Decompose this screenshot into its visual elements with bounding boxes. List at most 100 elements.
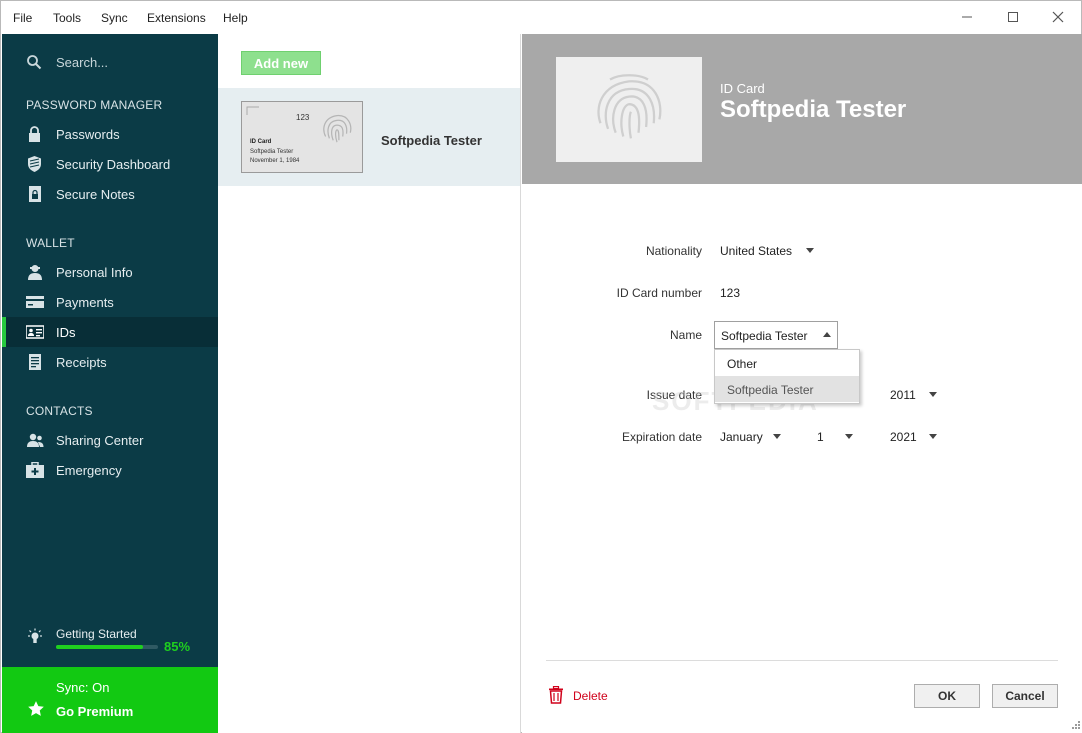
sidebar-item-label: Personal Info [56, 265, 133, 280]
fingerprint-icon [323, 114, 352, 143]
chevron-down-icon[interactable] [929, 392, 937, 397]
people-icon [27, 433, 44, 447]
footer-divider [546, 660, 1058, 661]
sidebar-item-ids[interactable]: IDs [2, 317, 218, 347]
maximize-button[interactable] [993, 5, 1033, 29]
id-number-row: ID Card number 123 [522, 281, 1082, 305]
sidebar-item-emergency[interactable]: Emergency [2, 455, 218, 485]
name-option-other[interactable]: Other [715, 350, 859, 376]
menu-sync[interactable]: Sync [101, 11, 128, 25]
sync-status: Sync: On [56, 680, 110, 695]
getting-started-percent: 85% [164, 639, 191, 654]
menu-tools[interactable]: Tools [53, 11, 81, 25]
sidebar-item-passwords[interactable]: Passwords [2, 119, 218, 149]
star-icon [28, 701, 44, 716]
menu-extensions[interactable]: Extensions [147, 11, 206, 25]
list-item-name: Softpedia Tester [381, 133, 482, 148]
minimize-icon [962, 16, 972, 18]
shield-icon [28, 156, 41, 172]
premium-panel[interactable]: Sync: On Go Premium [2, 667, 218, 733]
sidebar-item-label: IDs [56, 325, 76, 340]
sidebar: Search... PASSWORD MANAGER Passwords Sec… [2, 34, 218, 733]
name-select[interactable]: Softpedia Tester [714, 321, 838, 349]
lock-icon [29, 126, 40, 142]
trash-icon [549, 685, 563, 704]
thumbnail-card-type: ID Card [250, 139, 272, 145]
chevron-down-icon[interactable] [845, 434, 853, 439]
items-list-panel: Add new 123 ID Card Softpedia Tester Nov… [218, 34, 521, 733]
id-card-image [556, 57, 702, 162]
getting-started[interactable]: Getting Started 85% [2, 622, 218, 662]
id-number-label: ID Card number [616, 286, 702, 300]
receipt-icon [29, 354, 41, 370]
sidebar-item-label: Emergency [56, 463, 122, 478]
cancel-button[interactable]: Cancel [992, 684, 1058, 708]
person-icon [28, 265, 42, 280]
nationality-label: Nationality [645, 244, 702, 258]
expiration-date-label: Expiration date [621, 430, 702, 444]
getting-started-label: Getting Started [56, 627, 137, 641]
credit-card-icon [26, 296, 44, 308]
add-new-button[interactable]: Add new [241, 51, 321, 75]
chevron-down-icon[interactable] [929, 434, 937, 439]
sidebar-item-payments[interactable]: Payments [2, 287, 218, 317]
first-aid-icon [26, 462, 44, 478]
lightbulb-icon [28, 628, 42, 643]
search-icon [27, 55, 42, 70]
sidebar-item-label: Receipts [56, 355, 107, 370]
sidebar-item-label: Payments [56, 295, 114, 310]
maximize-icon [1008, 12, 1018, 22]
detail-item-type: ID Card [720, 81, 765, 96]
sidebar-item-personal-info[interactable]: Personal Info [2, 257, 218, 287]
search-box[interactable]: Search... [2, 48, 218, 76]
name-label: Name [669, 328, 702, 342]
close-button[interactable] [1038, 5, 1078, 29]
resize-grip-icon[interactable] [1070, 721, 1080, 731]
list-item[interactable]: 123 ID Card Softpedia Tester November 1,… [218, 88, 520, 186]
expiration-date-row: Expiration date January 1 2021 [522, 425, 1082, 449]
sidebar-item-secure-notes[interactable]: Secure Notes [2, 179, 218, 209]
detail-header: ID Card Softpedia Tester [522, 34, 1082, 184]
sidebar-item-label: Security Dashboard [56, 157, 171, 172]
id-card-thumbnail: 123 ID Card Softpedia Tester November 1,… [241, 101, 363, 173]
menu-help[interactable]: Help [223, 11, 248, 25]
sidebar-item-label: Sharing Center [56, 433, 144, 448]
sidebar-item-receipts[interactable]: Receipts [2, 347, 218, 377]
go-premium-button[interactable]: Go Premium [56, 704, 133, 719]
app-window: File Tools Sync Extensions Help Search..… [0, 0, 1082, 733]
detail-panel: ID Card Softpedia Tester Nationality Uni… [522, 34, 1082, 733]
menu-file[interactable]: File [13, 11, 32, 25]
sidebar-item-label: Secure Notes [56, 187, 135, 202]
issue-year-select[interactable]: 2011 [890, 388, 916, 402]
nationality-select[interactable]: United States [720, 244, 792, 258]
chevron-down-icon[interactable] [773, 434, 781, 439]
getting-started-progress-fill [56, 645, 143, 649]
close-icon [1052, 11, 1064, 23]
ok-button[interactable]: OK [914, 684, 980, 708]
minimize-button[interactable] [947, 5, 987, 29]
section-contacts: CONTACTS [26, 404, 93, 418]
id-number-field[interactable]: 123 [720, 286, 740, 300]
getting-started-progress-bar [56, 645, 158, 649]
sidebar-item-label: Passwords [56, 127, 120, 142]
thumbnail-card-number: 123 [296, 113, 310, 122]
expiration-month-select[interactable]: January [720, 430, 763, 444]
delete-label: Delete [573, 689, 608, 703]
expiration-year-select[interactable]: 2021 [890, 430, 917, 444]
id-card-icon [26, 325, 44, 339]
sidebar-item-sharing-center[interactable]: Sharing Center [2, 425, 218, 455]
search-input[interactable]: Search... [56, 55, 108, 70]
card-corner-mark [246, 106, 259, 115]
delete-button[interactable]: Delete [548, 685, 608, 706]
menu-bar: File Tools Sync Extensions Help [1, 1, 1081, 34]
sidebar-item-security-dashboard[interactable]: Security Dashboard [2, 149, 218, 179]
name-select-value: Softpedia Tester [721, 329, 808, 343]
chevron-up-icon [823, 332, 831, 337]
thumbnail-card-name: Softpedia Tester [250, 149, 294, 155]
expiration-day-select[interactable]: 1 [817, 430, 824, 444]
chevron-down-icon[interactable] [806, 248, 814, 253]
nationality-row: Nationality United States [522, 239, 1082, 263]
note-lock-icon [29, 186, 41, 202]
name-option-softpedia-tester[interactable]: Softpedia Tester [715, 376, 859, 402]
detail-item-title: Softpedia Tester [720, 96, 907, 123]
